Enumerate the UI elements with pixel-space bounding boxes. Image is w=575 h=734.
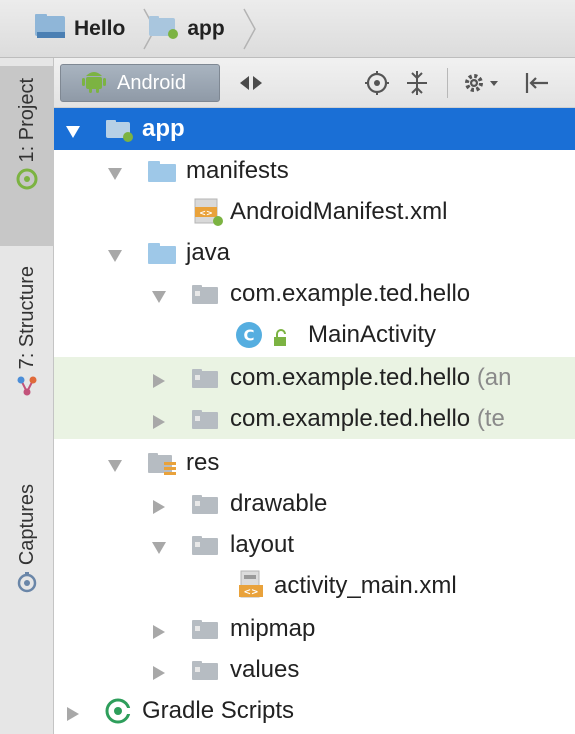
tree-item-label: manifests: [186, 156, 289, 184]
chevron-right-icon[interactable]: [150, 495, 168, 514]
chevron-down-icon[interactable]: [106, 244, 124, 262]
breadcrumb-label: Hello: [74, 16, 126, 40]
module-folder-icon: [104, 116, 136, 149]
view-mode-dropdown[interactable]: Android: [60, 64, 220, 102]
chevron-right-icon[interactable]: [150, 661, 168, 680]
layout-file-icon: <>: [236, 569, 266, 606]
breadcrumb-label: app: [187, 16, 225, 40]
chevron-down-icon[interactable]: [150, 536, 168, 554]
svg-text:<>: <>: [199, 209, 212, 218]
tree-item-label: Gradle Scripts: [142, 696, 295, 724]
tree-item-manifests[interactable]: manifests: [54, 150, 575, 191]
tree-item-label: MainActivity: [308, 320, 437, 348]
folder-icon: [146, 158, 178, 191]
structure-icon: [16, 375, 38, 402]
tree-item-label: values: [230, 655, 300, 683]
tree-item-label: com.example.ted.hello: [230, 363, 471, 391]
package-folder-icon: [190, 366, 222, 397]
tree-item-text: com.example.ted.hello (an: [230, 364, 512, 392]
lock-open-icon: [272, 326, 290, 354]
tree-item-label: com.example.ted.hello: [230, 404, 471, 432]
tree-item-label: java: [186, 238, 231, 266]
toolbar-divider: [447, 68, 448, 98]
chevron-down-icon[interactable]: [106, 454, 124, 472]
collapse-all-icon[interactable]: [404, 70, 430, 101]
svg-text:<>: <>: [243, 588, 258, 598]
breadcrumb: Hello app: [0, 0, 575, 58]
chevron-right-icon[interactable]: [150, 410, 168, 429]
tree-item-package-android-test[interactable]: com.example.ted.hello (an: [54, 357, 575, 398]
package-folder-icon: [190, 282, 222, 313]
tree-item-mipmap[interactable]: mipmap: [54, 608, 575, 649]
package-folder-icon: [190, 407, 222, 438]
tree-item-label: AndroidManifest.xml: [230, 197, 448, 225]
folder-icon: [146, 240, 178, 273]
android-icon: [16, 168, 38, 195]
tree-item-label: app: [142, 115, 185, 142]
project-tree: app manifests <> AndroidManifest.xml jav…: [54, 108, 575, 734]
tree-item-text: com.example.ted.hello (te: [230, 405, 505, 433]
tree-item-values[interactable]: values: [54, 649, 575, 690]
tree-item-package-main[interactable]: com.example.ted.hello: [54, 273, 575, 314]
chevron-down-icon[interactable]: [106, 162, 124, 180]
tab-captures-label: Captures: [15, 484, 38, 566]
svg-text:C: C: [243, 327, 254, 345]
chevron-down-icon[interactable]: [64, 120, 82, 138]
tab-structure[interactable]: 7: Structure: [0, 258, 54, 428]
tree-item-label: drawable: [230, 489, 328, 517]
tree-item-app[interactable]: app: [54, 108, 575, 150]
tree-item-layout[interactable]: layout: [54, 524, 575, 565]
chevron-right-icon[interactable]: [150, 369, 168, 388]
breadcrumb-item-hello[interactable]: Hello: [34, 0, 157, 58]
gear-icon[interactable]: [462, 70, 502, 101]
class-icon: C: [234, 320, 264, 355]
folder-icon: [190, 658, 222, 689]
tree-item-res[interactable]: res: [54, 442, 575, 483]
switch-view-icon[interactable]: [238, 70, 264, 101]
tree-item-label: activity_main.xml: [274, 571, 457, 599]
folder-icon: [190, 533, 222, 564]
tree-item-label: mipmap: [230, 614, 316, 642]
tree-item-android-manifest[interactable]: <> AndroidManifest.xml: [54, 191, 575, 232]
folder-icon: [190, 492, 222, 523]
manifest-file-icon: <>: [192, 197, 226, 232]
tree-item-label: com.example.ted.hello: [230, 279, 471, 307]
hide-panel-icon[interactable]: [524, 70, 550, 101]
chevron-right-icon[interactable]: [64, 702, 82, 721]
project-folder-icon: [34, 12, 68, 45]
breadcrumb-item-app[interactable]: app: [147, 0, 256, 58]
project-toolbar: Android: [54, 58, 575, 108]
captures-icon: [16, 571, 38, 598]
tree-item-label: layout: [230, 530, 295, 558]
tab-captures[interactable]: Captures: [0, 478, 54, 628]
scroll-from-source-icon[interactable]: [364, 70, 390, 101]
tool-window-strip: 1: Project 7: Structure Captures: [0, 58, 54, 734]
chevron-down-icon[interactable]: [150, 285, 168, 303]
tab-project-label: 1: Project: [15, 78, 38, 163]
tab-structure-label: 7: Structure: [15, 266, 38, 370]
tree-item-gradle-scripts[interactable]: Gradle Scripts: [54, 690, 575, 731]
tree-item-label: res: [186, 448, 220, 476]
tree-item-activity-main[interactable]: <> activity_main.xml: [54, 565, 575, 606]
tree-item-drawable[interactable]: drawable: [54, 483, 575, 524]
tree-item-suffix: (an: [476, 363, 512, 391]
android-icon: [81, 68, 107, 99]
chevron-right-icon[interactable]: [150, 620, 168, 639]
tree-item-main-activity[interactable]: C MainActivity: [54, 314, 575, 355]
tab-project[interactable]: 1: Project: [0, 66, 54, 246]
gradle-icon: [104, 697, 134, 731]
view-mode-label: Android: [117, 71, 186, 94]
tree-item-package-test[interactable]: com.example.ted.hello (te: [54, 398, 575, 439]
tree-item-suffix: (te: [476, 404, 505, 432]
resource-folder-icon: [146, 450, 178, 483]
module-folder-icon: [147, 12, 181, 45]
tree-item-java[interactable]: java: [54, 232, 575, 273]
folder-icon: [190, 617, 222, 648]
